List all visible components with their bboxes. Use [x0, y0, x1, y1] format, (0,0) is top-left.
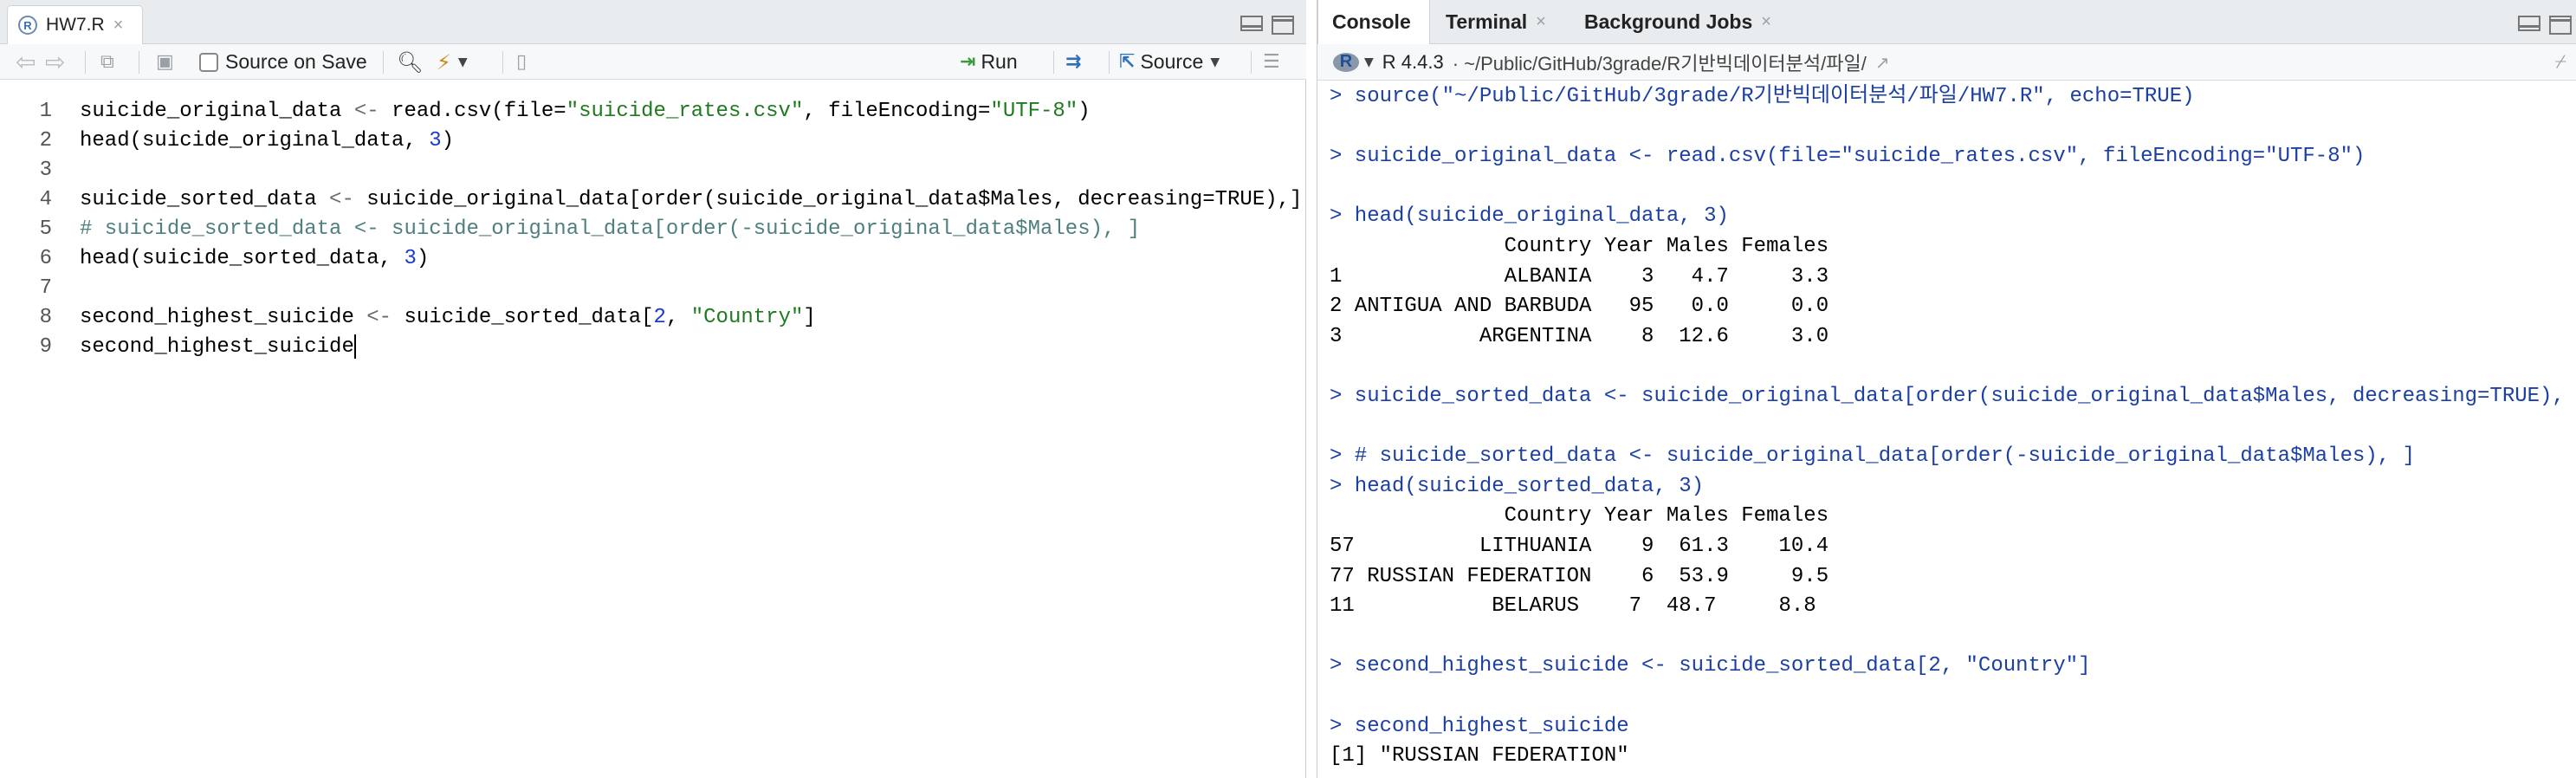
tab-terminal-label: Terminal	[1446, 10, 1528, 33]
close-icon[interactable]: ×	[113, 16, 124, 36]
search-icon: 🔍︎	[397, 49, 424, 75]
save-icon: ▣	[156, 51, 174, 73]
chevron-down-icon[interactable]: ▼	[1210, 55, 1220, 69]
console-output-line: 57 LITHUANIA 9 61.3 10.4	[1330, 535, 1829, 558]
code-line[interactable]: head(suicide_original_data, 3)	[80, 126, 454, 156]
r-logo-icon[interactable]: R	[1333, 52, 1359, 72]
goto-directory-icon[interactable]: ↗	[1875, 52, 1890, 73]
arrow-left-icon: ⇦	[16, 48, 36, 76]
line-number: 5	[39, 217, 52, 241]
code-line[interactable]: second_highest_suicide <- suicide_sorted…	[80, 303, 816, 333]
file-tab-hw7[interactable]: R HW7.R ×	[7, 5, 143, 44]
minimize-pane-icon[interactable]	[1240, 16, 1263, 31]
rerun-icon: ⇉	[1065, 51, 1082, 73]
minimize-pane-icon[interactable]	[2518, 16, 2540, 31]
console-command-line: > source("~/Public/GitHub/3grade/R기반빅데이터…	[1330, 85, 2195, 108]
file-tab-label: HW7.R	[46, 15, 105, 35]
console-output-line: 1 ALBANIA 3 4.7 3.3	[1330, 264, 1829, 289]
console-command-line: > second_highest_suicide <- suicide_sort…	[1330, 654, 2091, 678]
editor-pane-controls	[1240, 16, 1294, 35]
source-on-save-toggle[interactable]: Source on Save	[199, 44, 367, 80]
text-cursor	[353, 334, 356, 359]
tab-console-label: Console	[1332, 10, 1411, 33]
source-button[interactable]: ⇱ Source ▼	[1119, 44, 1220, 80]
source-button-label: Source	[1140, 50, 1204, 73]
chevron-down-icon[interactable]: ▼	[1364, 55, 1374, 69]
source-on-save-label: Source on Save	[225, 50, 367, 73]
console-output[interactable]: > source("~/Public/GitHub/3grade/R기반빅데이터…	[1330, 82, 2576, 778]
console-output-line: 77 RUSSIAN FEDERATION 6 53.9 9.5	[1330, 564, 1829, 588]
save-button[interactable]: ▣	[156, 44, 174, 80]
broom-clear-icon[interactable]: ⌿	[2555, 51, 2566, 73]
console-command-line: > # suicide_sorted_data <- suicide_origi…	[1330, 444, 2416, 469]
console-pane-controls	[2518, 16, 2572, 35]
arrow-right-icon: ⇨	[45, 48, 66, 76]
console-output-line: 2 ANTIGUA AND BARBUDA 95 0.0 0.0	[1330, 295, 1829, 319]
compile-report-button[interactable]: ▯	[516, 44, 527, 80]
line-number: 4	[39, 188, 52, 211]
close-icon[interactable]: ×	[1761, 12, 1771, 32]
working-directory-path: · ~/Public/GitHub/3grade/R기반빅데이터분석/파일/	[1452, 52, 1867, 75]
tab-terminal[interactable]: Terminal ×	[1432, 0, 1560, 44]
magic-wand-icon: ⚡︎	[437, 49, 451, 75]
line-number: 8	[39, 306, 52, 329]
line-number: 2	[39, 129, 52, 152]
tab-background-jobs[interactable]: Background Jobs ×	[1570, 0, 1785, 44]
line-number: 9	[39, 335, 52, 359]
console-command-line: > head(suicide_original_data, 3)	[1330, 204, 1729, 229]
chevron-down-icon: ▼	[457, 55, 468, 69]
line-number: 7	[39, 276, 52, 300]
editor-tabbar: R HW7.R ×	[0, 0, 1306, 44]
tab-console[interactable]: Console	[1317, 0, 1430, 44]
line-number: 6	[39, 247, 52, 270]
find-replace-button[interactable]: 🔍︎	[397, 44, 423, 80]
code-line[interactable]: suicide_sorted_data <- suicide_original_…	[80, 185, 1302, 215]
forward-button[interactable]: ⇨	[45, 44, 65, 80]
console-output-line: 3 ARGENTINA 8 12.6 3.0	[1330, 324, 1829, 348]
source-arrow-icon: ⇱	[1119, 51, 1136, 73]
outline-icon: ☰	[1263, 51, 1280, 73]
r-file-icon: R	[18, 16, 37, 35]
editor-pane: R HW7.R × ⇦ ⇨ ⧉ ▣ Source on Save 🔍︎ ⚡︎ ▼…	[0, 0, 1306, 778]
line-number: 1	[39, 100, 52, 123]
console-output-line: Country Year Males Females	[1330, 504, 1829, 528]
tab-background-jobs-label: Background Jobs	[1584, 10, 1753, 33]
console-command-line: > second_highest_suicide	[1330, 714, 1629, 738]
line-number: 3	[39, 159, 52, 182]
rerun-button[interactable]: ⇉	[1065, 44, 1086, 80]
console-output-line: Country Year Males Females	[1330, 235, 1829, 258]
console-output-line: [1] "RUSSIAN FEDERATION"	[1330, 744, 1629, 768]
show-in-window-button[interactable]: ⧉	[100, 44, 114, 80]
code-editor[interactable]: suicide_original_data <- read.csv(file="…	[80, 80, 1305, 778]
console-info-bar: R ▼ R 4.4.3 · ~/Public/GitHub/3grade/R기반…	[1317, 44, 2576, 81]
console-tabbar: Console Terminal × Background Jobs ×	[1317, 0, 2576, 44]
run-button-label: Run	[981, 50, 1018, 73]
close-icon[interactable]: ×	[1536, 12, 1546, 32]
code-line[interactable]: suicide_original_data <- read.csv(file="…	[80, 97, 1091, 126]
code-line[interactable]: head(suicide_sorted_data, 3)	[80, 244, 429, 274]
run-arrow-icon: ⇥	[960, 51, 976, 73]
r-version: R 4.4.3	[1382, 50, 1444, 73]
notebook-icon: ▯	[516, 51, 527, 73]
console-command-line: > suicide_original_data <- read.csv(file…	[1330, 145, 2366, 169]
console-command-line: > head(suicide_sorted_data, 3)	[1330, 474, 1705, 498]
editor-toolbar: ⇦ ⇨ ⧉ ▣ Source on Save 🔍︎ ⚡︎ ▼ ▯ ⇥ Run ⇉…	[0, 44, 1306, 80]
popout-icon: ⧉	[100, 51, 114, 73]
code-tools-button[interactable]: ⚡︎ ▼	[437, 44, 468, 80]
back-button[interactable]: ⇦	[16, 44, 36, 80]
code-line[interactable]: # suicide_sorted_data <- suicide_origina…	[80, 215, 1140, 244]
maximize-pane-icon[interactable]	[2549, 16, 2572, 35]
source-on-save-checkbox[interactable]	[199, 52, 218, 72]
run-button[interactable]: ⇥ Run	[960, 44, 1018, 80]
console-command-line: > suicide_sorted_data <- suicide_origina…	[1330, 385, 2565, 408]
maximize-pane-icon[interactable]	[1272, 16, 1294, 35]
console-pane: Console Terminal × Background Jobs × R ▼…	[1317, 0, 2576, 778]
console-output-line: 11 BELARUS 7 48.7 8.8	[1330, 594, 1816, 619]
document-outline-button[interactable]: ☰	[1263, 44, 1280, 80]
line-number-gutter: 1 2 3 4 5 6 7 8 9	[0, 80, 69, 778]
code-line[interactable]: second_highest_suicide	[80, 333, 356, 362]
